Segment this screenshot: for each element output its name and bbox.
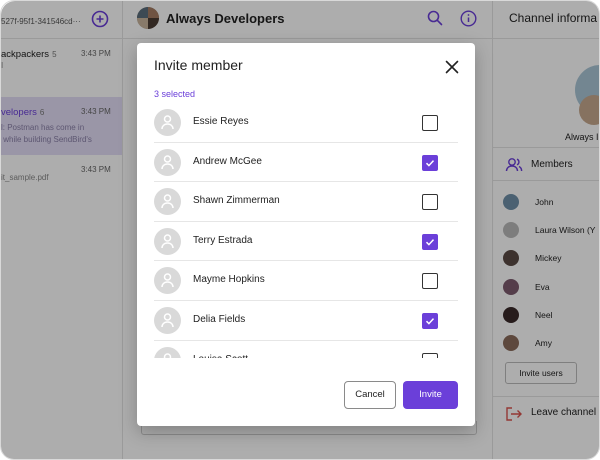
user-row[interactable]: Andrew McGee [154, 143, 458, 183]
user-checkbox[interactable] [422, 352, 438, 358]
user-checkbox[interactable] [422, 312, 438, 329]
dialog-title: Invite member [154, 57, 243, 73]
close-icon[interactable] [444, 59, 460, 75]
user-name: Delia Fields [193, 313, 246, 325]
user-name: Shawn Zimmerman [193, 195, 280, 207]
user-name: Louisa Scott [193, 354, 248, 358]
user-checkbox[interactable] [422, 194, 438, 211]
user-checkbox[interactable] [422, 154, 438, 171]
user-row[interactable]: Mayme Hopkins [154, 261, 458, 301]
user-avatar-icon [154, 267, 181, 295]
user-name: Mayme Hopkins [193, 274, 265, 286]
user-name: Terry Estrada [193, 234, 253, 246]
user-row[interactable]: Shawn Zimmerman [154, 182, 458, 222]
user-avatar-icon [154, 109, 181, 136]
user-avatar-icon [154, 346, 181, 358]
user-avatar-icon [154, 188, 181, 216]
selected-count: 3 selected [154, 89, 196, 99]
user-row[interactable]: Essie Reyes [154, 103, 458, 143]
user-row[interactable]: Louisa Scott [154, 341, 458, 358]
user-checkbox[interactable] [422, 273, 438, 290]
user-list[interactable]: Essie Reyes Andrew McGee Shawn Zimmerman Te… [154, 103, 458, 358]
user-avatar-icon [154, 306, 181, 334]
invite-member-dialog: Invite member 3 selected Essie Reyes Andr… [137, 43, 475, 426]
user-avatar-icon [154, 227, 181, 255]
user-row[interactable]: Terry Estrada [154, 222, 458, 262]
cancel-button[interactable]: Cancel [344, 381, 396, 409]
user-row[interactable]: Delia Fields [154, 301, 458, 341]
user-checkbox[interactable] [422, 115, 438, 131]
user-checkbox[interactable] [422, 233, 438, 250]
user-name: Andrew McGee [193, 155, 262, 167]
user-avatar-icon [154, 148, 181, 176]
invite-button[interactable]: Invite [403, 381, 458, 409]
user-name: Essie Reyes [193, 116, 249, 127]
